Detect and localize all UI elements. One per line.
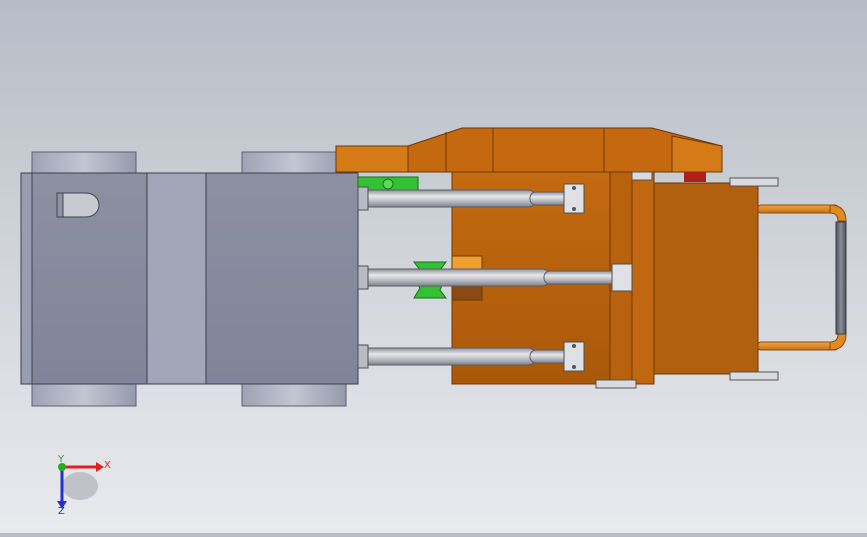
head-bracket-top [729,177,779,187]
top-housing-right-lip [671,135,723,173]
base-foot-left [595,379,637,389]
pipe-elbow-top [829,204,847,222]
model-canvas[interactable]: X Y Z [0,0,867,533]
x-axis-label: X [104,460,111,471]
wheel-rear-bottom [241,383,347,407]
axis-triad: X Y Z [57,454,111,517]
triad-shadow [62,472,98,500]
cad-viewport[interactable]: X Y Z [0,0,867,533]
exhaust-pipe [56,192,100,218]
chassis[interactable] [20,172,359,385]
green-bolt-top [382,178,394,190]
center-block-upper [451,255,483,271]
pipe-bottom [757,341,839,351]
wheel-front-bottom [31,383,137,407]
top-foot [631,171,653,181]
pipe-vertical [835,221,847,335]
pipe-loop[interactable] [757,204,847,351]
pipe-top [757,204,839,214]
pipe-elbow-bottom [829,333,847,351]
x-axis-arrow-icon [96,462,104,472]
chassis-front-edge [20,172,33,385]
wheel-rear-top [241,151,347,175]
chassis-center-panel [146,172,207,385]
head-bracket-bottom [729,371,779,381]
head-unit-plate [631,171,655,385]
red-marker [684,172,706,182]
center-block-lower [451,285,483,301]
top-housing-left-lip [335,145,409,173]
wheel-front-top [31,151,137,175]
y-axis-label: Y [57,454,65,465]
z-axis-label: Z [58,506,65,517]
